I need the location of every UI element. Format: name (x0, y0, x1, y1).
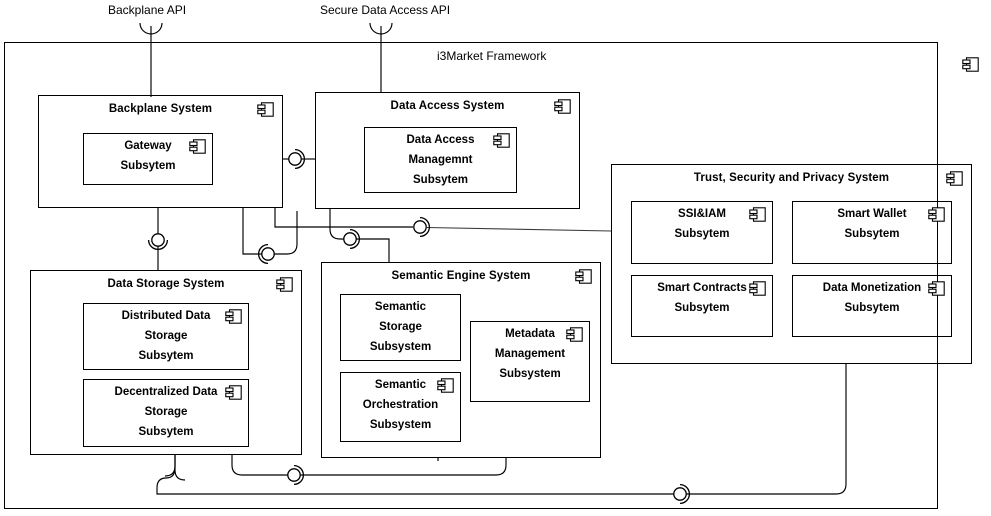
wire-bottom-long-bus-to-trust (686, 364, 847, 495)
component-diagram-canvas: i3Market Framework Backplane API Secure D… (0, 0, 991, 516)
provided-interface-ball (673, 487, 687, 501)
wire-bus-to-semantic-engine (356, 238, 390, 262)
wire-bus-to-trust-security (426, 226, 612, 232)
wire-frame-bus-to-trust-left (274, 208, 413, 228)
wire-storage-to-semantic-bottom-left (231, 455, 288, 476)
wire-storage-bottom-left-turn (164, 455, 176, 477)
wire-backplane-bus-to-semantic (242, 208, 262, 255)
wire-semantic-bus-riser (274, 211, 298, 255)
wire-bottom-long-bus-left (156, 477, 674, 495)
provided-interface-ball (287, 468, 301, 482)
provided-interface-ball (261, 247, 275, 261)
provided-interface-ball (288, 152, 302, 166)
provided-interface-ball (413, 220, 427, 234)
provided-interface-ball (343, 232, 357, 246)
wire-storage-to-semantic-bottom-right (300, 458, 507, 476)
provided-interface-ball (151, 233, 165, 247)
connector-wire-layer (139, 22, 847, 505)
wire-dataaccess-down-to-bus (329, 209, 344, 240)
wire-storage-bottom-drop (174, 455, 186, 481)
